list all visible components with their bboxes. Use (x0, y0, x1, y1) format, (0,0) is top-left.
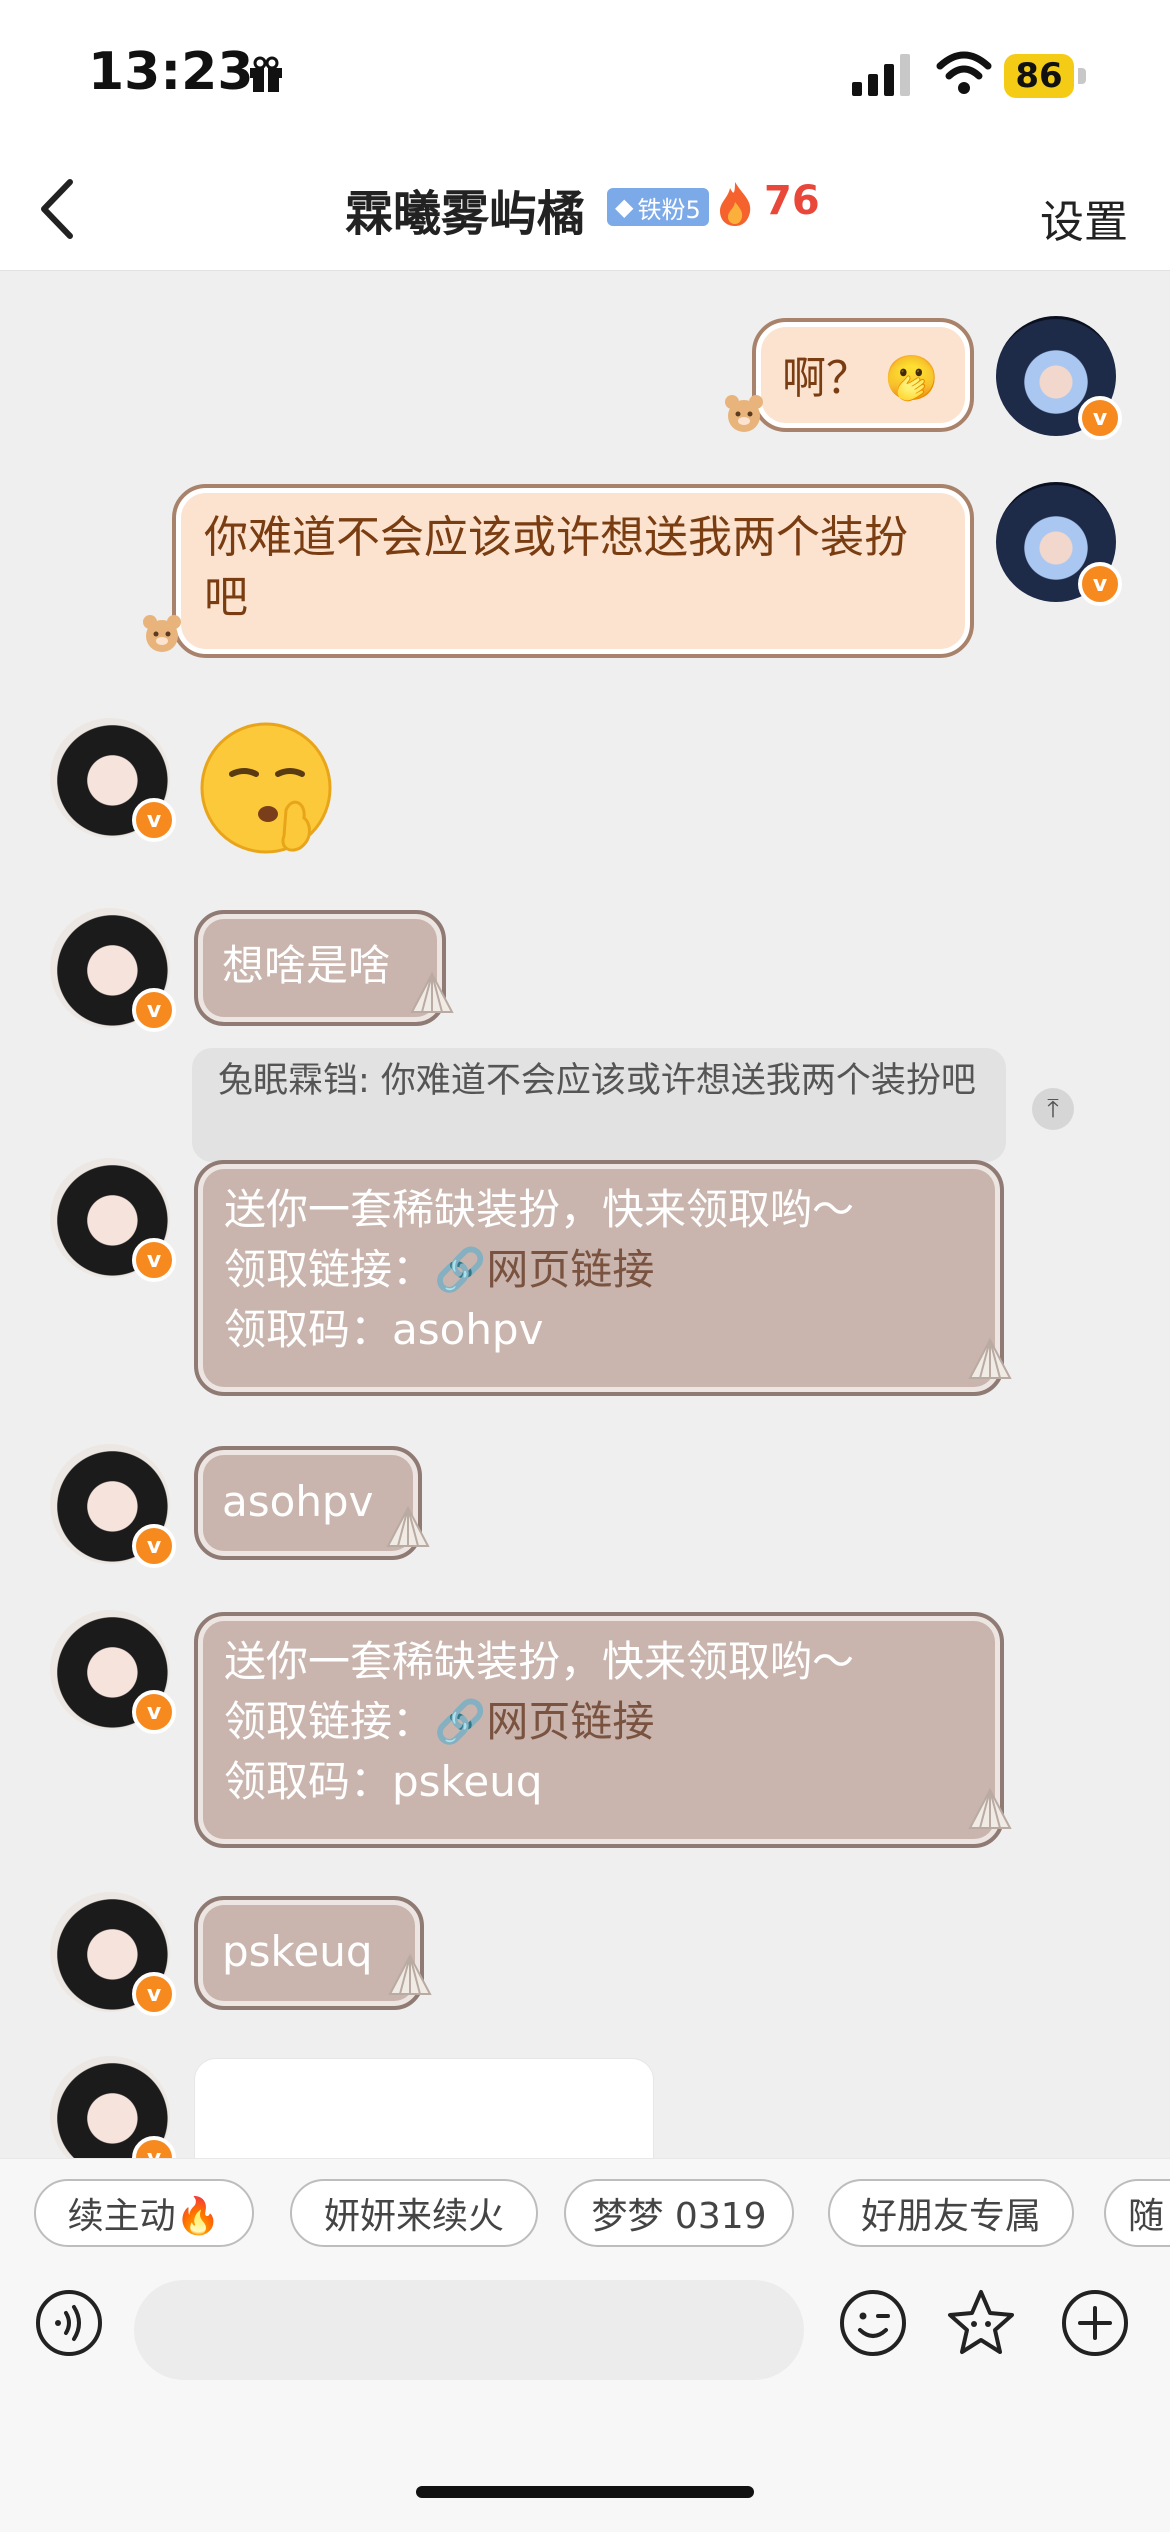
quoted-text: 兔眠霖铛: 你难道不会应该或许想送我两个装扮吧 (218, 1061, 976, 1101)
battery-nub (1078, 68, 1086, 84)
my-avatar[interactable]: v (996, 482, 1122, 606)
message-text: pskeuq (222, 1927, 373, 1976)
chat-header: 霖曦雾屿橘 ◆ 铁粉5 76 设置 (0, 150, 1170, 271)
verified-icon: v (1078, 562, 1122, 606)
message-bubble[interactable]: 你难道不会应该或许想送我两个装扮吧 (172, 484, 974, 658)
wifi-icon (936, 51, 992, 94)
verified-icon: v (132, 1972, 176, 2016)
my-avatar[interactable]: v (996, 316, 1122, 440)
verified-icon: v (132, 1238, 176, 1282)
contact-avatar[interactable]: v (50, 1610, 176, 1734)
shell-sticker-icon (388, 1953, 432, 1995)
heat-count: 76 (764, 178, 820, 224)
quick-reply-chip[interactable]: 续主动🔥 (34, 2179, 254, 2247)
shell-sticker-icon (968, 1337, 1012, 1379)
message-text: asohpv (222, 1477, 374, 1526)
chat-title[interactable]: 霖曦雾屿橘 (345, 174, 585, 244)
quick-reply-chip[interactable]: 随 (1104, 2179, 1170, 2247)
bear-sticker-icon (143, 615, 181, 652)
web-link[interactable]: 网页链接 (486, 1697, 654, 1746)
link-icon: 🔗 (434, 1245, 487, 1294)
bear-sticker-icon (725, 395, 763, 432)
voice-input-icon[interactable] (34, 2288, 104, 2358)
quoted-reply[interactable]: 兔眠霖铛: 你难道不会应该或许想送我两个装扮吧 (192, 1048, 1006, 1162)
contact-avatar[interactable]: v (50, 1444, 176, 1568)
gift-message-bubble[interactable]: 送你一套稀缺装扮，快来领取哟～ 领取链接：🔗网页链接 领取码：asohpv (194, 1160, 1004, 1396)
message-input[interactable] (134, 2280, 804, 2380)
shell-sticker-icon (968, 1787, 1012, 1829)
verified-icon: v (1078, 396, 1122, 440)
link-icon: 🔗 (434, 1697, 487, 1746)
quick-reply-bar: 续主动🔥 妍妍来续火 梦梦 0319 好朋友专属 随 (0, 2158, 1170, 2259)
shush-emoji-icon[interactable] (196, 718, 340, 862)
verified-icon: v (132, 988, 176, 1032)
battery-indicator: 86 (1004, 54, 1088, 98)
web-link[interactable]: 网页链接 (486, 1245, 654, 1294)
gift-message-bubble[interactable]: 送你一套稀缺装扮，快来领取哟～ 领取链接：🔗网页链接 领取码：pskeuq (194, 1612, 1004, 1848)
battery-level: 86 (1004, 54, 1074, 98)
settings-button[interactable]: 设置 (1040, 186, 1128, 250)
contact-avatar[interactable]: v (50, 908, 176, 1032)
quick-reply-chip[interactable]: 好朋友专属 (828, 2179, 1074, 2247)
quick-reply-chip[interactable]: 妍妍来续火 (290, 2179, 538, 2247)
status-bar: 13:23 86 (0, 0, 1170, 150)
message-text: 想啥是啥 (222, 941, 391, 990)
input-bar (0, 2258, 1170, 2532)
emoji-icon[interactable] (838, 2288, 908, 2358)
gift-code-line: 领取码：asohpv (224, 1305, 544, 1354)
sticker-star-icon[interactable] (944, 2286, 1018, 2360)
add-icon[interactable] (1060, 2288, 1130, 2358)
fan-level-badge: ◆ 铁粉5 (607, 188, 709, 226)
gift-line-1: 送你一套稀缺装扮，快来领取哟～ (224, 1637, 855, 1686)
diamond-icon: ◆ (615, 193, 634, 221)
gift-link-row: 领取链接：🔗网页链接 (224, 1692, 974, 1752)
fire-icon (720, 182, 751, 226)
message-text: 啊？ 🫢 (782, 353, 939, 404)
back-chevron-icon[interactable] (34, 174, 84, 244)
gift-link-label: 领取链接： (224, 1245, 435, 1294)
fan-badge-label: 铁粉5 (637, 195, 701, 224)
shell-sticker-icon (386, 1505, 430, 1547)
contact-avatar[interactable]: v (50, 1158, 176, 1282)
contact-avatar[interactable]: v (50, 718, 176, 842)
gift-link-row: 领取链接：🔗网页链接 (224, 1240, 974, 1300)
gift-code-line: 领取码：pskeuq (224, 1757, 543, 1806)
contact-avatar[interactable]: v (50, 1892, 176, 2016)
gift-link-label: 领取链接： (224, 1697, 435, 1746)
verified-icon: v (132, 1524, 176, 1568)
status-time: 13:23 (88, 42, 254, 102)
signal-icon (852, 54, 910, 96)
message-bubble[interactable]: 啊？ 🫢 (752, 318, 974, 432)
message-text: 你难道不会应该或许想送我两个装扮吧 (204, 512, 908, 623)
shell-sticker-icon (410, 971, 454, 1013)
verified-icon: v (132, 798, 176, 842)
gift-line-1: 送你一套稀缺装扮，快来领取哟～ (224, 1185, 855, 1234)
quick-reply-chip[interactable]: 梦梦 0319 (564, 2179, 794, 2247)
jump-to-quote-icon[interactable]: ⤒ (1032, 1088, 1074, 1130)
verified-icon: v (132, 1690, 176, 1734)
gift-icon (250, 56, 282, 92)
home-indicator (416, 2486, 754, 2498)
